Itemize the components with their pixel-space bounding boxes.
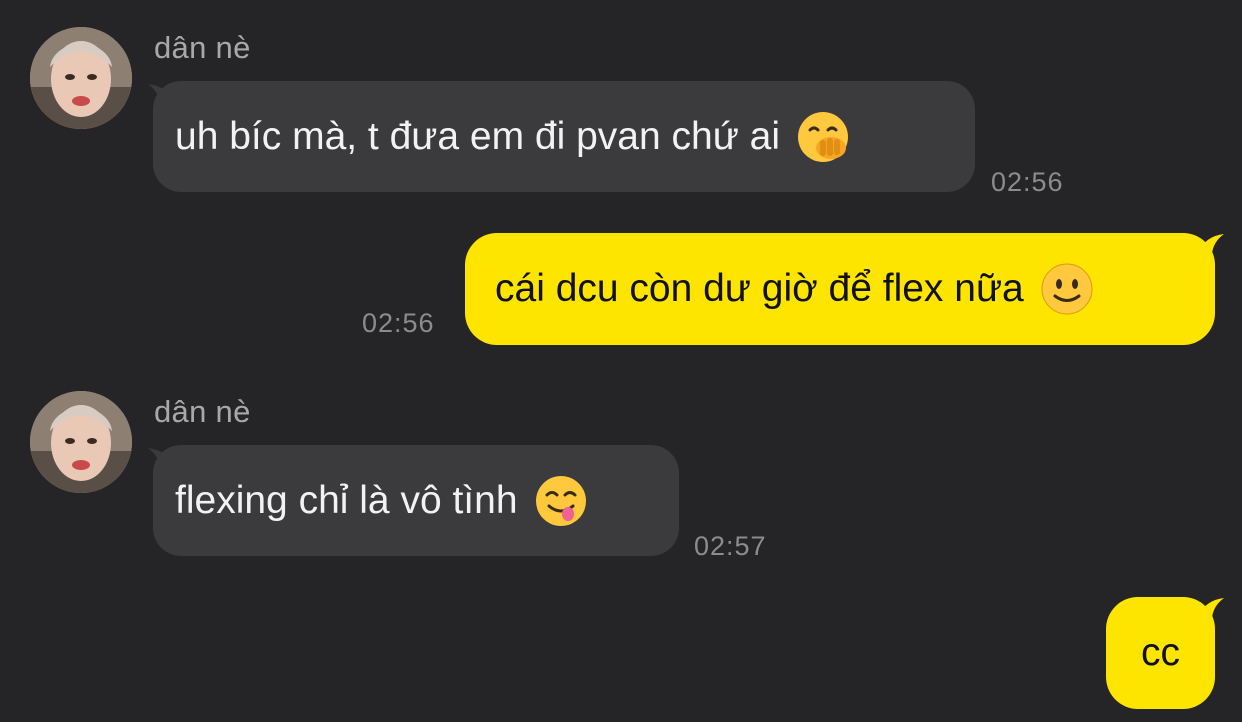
message-text: cc [1141,631,1180,674]
message-timestamp: 02:57 [694,531,767,561]
message-bubble[interactable]: flexing chỉ là vô tình [153,445,679,556]
slightly-smiling-face-icon [1040,262,1094,316]
message-text: cái dcu còn dư giờ để flex nữa [495,267,1024,310]
message-timestamp: 02:56 [991,167,1064,197]
face-with-hand-over-mouth-icon [796,110,850,164]
sender-avatar[interactable] [30,27,132,129]
message-bubble[interactable]: cái dcu còn dư giờ để flex nữa [465,233,1215,345]
message-text: flexing chỉ là vô tình [175,478,518,522]
sender-name: dân nè [154,394,251,429]
bubble-tail [1198,598,1224,626]
sender-avatar[interactable] [30,391,132,493]
sender-name: dân nè [154,30,251,65]
bubble-tail [1198,234,1224,262]
face-savoring-food-icon [534,474,588,528]
message-bubble[interactable]: uh bíc mà, t đưa em đi pvan chứ ai [153,81,975,192]
message-text: uh bíc mà, t đưa em đi pvan chứ ai [175,114,781,158]
message-timestamp: 02:56 [362,308,435,338]
